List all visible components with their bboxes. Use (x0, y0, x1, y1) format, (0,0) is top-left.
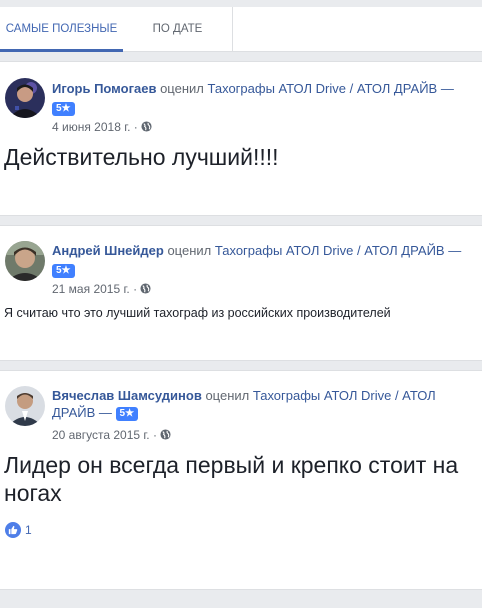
review-date[interactable]: 20 августа 2015 г. (52, 428, 150, 442)
meta-separator: · (152, 428, 157, 442)
avatar[interactable] (5, 78, 45, 118)
review-headline: Андрей Шнейдер оценил Тахографы АТОЛ Dri… (52, 242, 482, 259)
page-link[interactable]: Тахографы АТОЛ Drive / АТОЛ ДРАЙВ — (215, 243, 461, 258)
meta-separator: · (133, 282, 138, 296)
review-meta: 4 июня 2018 г. · (52, 120, 152, 134)
review-text: Действительно лучший!!!! (4, 144, 279, 170)
avatar[interactable] (5, 241, 45, 281)
globe-icon[interactable] (141, 121, 152, 132)
reactions-row[interactable]: 1 (5, 522, 32, 538)
page-link[interactable]: Тахографы АТОЛ Drive / АТОЛ ДРАЙВ — (208, 81, 454, 96)
review-text: Я считаю что это лучший тахограф из росс… (4, 306, 391, 320)
rating-badge: 5★ (52, 264, 75, 278)
author-name[interactable]: Игорь Помогаев (52, 81, 156, 96)
review-headline: Вячеслав Шамсудинов оценил Тахографы АТО… (52, 387, 476, 421)
review-headline: Игорь Помогаев оценил Тахографы АТОЛ Dri… (52, 80, 482, 97)
review-text: Лидер он всегда первый и крепко стоит на… (4, 452, 459, 506)
review-date[interactable]: 4 июня 2018 г. (52, 120, 130, 134)
globe-icon[interactable] (160, 429, 171, 440)
avatar[interactable] (5, 386, 45, 426)
tab-most-helpful[interactable]: САМЫЕ ПОЛЕЗНЫЕ (0, 7, 123, 52)
review-date[interactable]: 21 мая 2015 г. (52, 282, 130, 296)
meta-separator: · (133, 120, 138, 134)
like-count: 1 (25, 523, 32, 537)
review-card: Игорь Помогаев оценил Тахографы АТОЛ Dri… (0, 61, 482, 216)
action-text: оценил (205, 388, 250, 403)
like-icon (5, 522, 21, 538)
rating-row: 5★ (52, 261, 482, 278)
globe-icon[interactable] (140, 283, 151, 294)
rating-badge: 5★ (115, 407, 139, 421)
review-meta: 20 августа 2015 г. · (52, 428, 171, 442)
review-card: Андрей Шнейдер оценил Тахографы АТОЛ Dri… (0, 225, 482, 361)
action-text: оценил (167, 243, 212, 258)
review-tabs: САМЫЕ ПОЛЕЗНЫЕ ПО ДАТЕ (0, 7, 482, 52)
rating-badge: 5★ (52, 102, 75, 116)
action-text: оценил (160, 81, 204, 96)
rating-row: 5★ (52, 99, 482, 116)
review-meta: 21 мая 2015 г. · (52, 282, 151, 296)
tab-by-date[interactable]: ПО ДАТЕ (123, 7, 233, 52)
author-name[interactable]: Вячеслав Шамсудинов (52, 388, 202, 403)
author-name[interactable]: Андрей Шнейдер (52, 243, 164, 258)
review-card: Вячеслав Шамсудинов оценил Тахографы АТО… (0, 370, 482, 590)
